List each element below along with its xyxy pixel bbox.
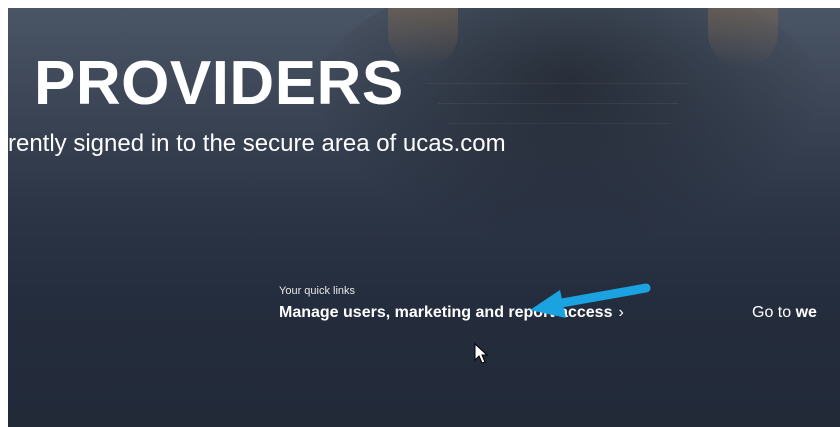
go-to-link[interactable]: Go to we [752,304,817,322]
go-to-link-target: we [795,304,817,321]
jacket-seam [448,123,668,124]
mouse-cursor-icon [474,343,489,364]
jacket-seam [428,83,688,84]
quick-links-label: Your quick links [279,285,356,297]
page-title: PROVIDERS [34,49,404,118]
signed-in-message: rrently signed in to the secure area of … [0,130,506,157]
arrow-left-icon [530,283,651,318]
go-to-link-prefix: Go to [752,304,796,321]
jacket-seam [438,103,678,104]
